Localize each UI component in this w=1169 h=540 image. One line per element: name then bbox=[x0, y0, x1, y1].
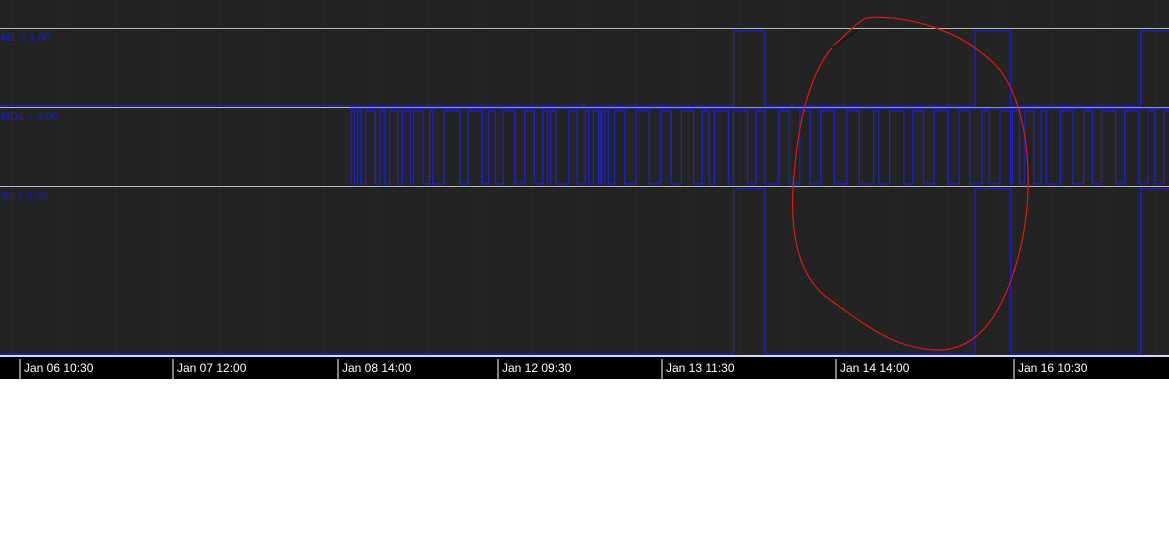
x-tick-label: Jan 13 11:30 bbox=[666, 361, 735, 375]
x-tick-label: Jan 16 10:30 bbox=[1018, 361, 1088, 375]
chart-svg: M1 = 1.00 MD1 = 0.00 S1 = 1.00 Jan 06 10:30… bbox=[0, 0, 1169, 379]
x-tick-label: Jan 08 14:00 bbox=[342, 361, 412, 375]
x-tick-label: Jan 12 09:30 bbox=[502, 361, 572, 375]
plot-background bbox=[0, 0, 1169, 355]
x-axis-bar bbox=[0, 357, 1169, 379]
pane-label: S1 = 1.00 bbox=[1, 190, 48, 202]
x-tick-label: Jan 14 14:00 bbox=[840, 361, 910, 375]
pane-label: MD1 = 0.00 bbox=[1, 111, 58, 123]
chart-area: M1 = 1.00 MD1 = 0.00 S1 = 1.00 Jan 06 10:30… bbox=[0, 0, 1169, 540]
pane-label: M1 = 1.00 bbox=[1, 32, 50, 44]
x-tick-label: Jan 06 10:30 bbox=[24, 361, 94, 375]
x-tick-label: Jan 07 12:00 bbox=[177, 361, 247, 375]
